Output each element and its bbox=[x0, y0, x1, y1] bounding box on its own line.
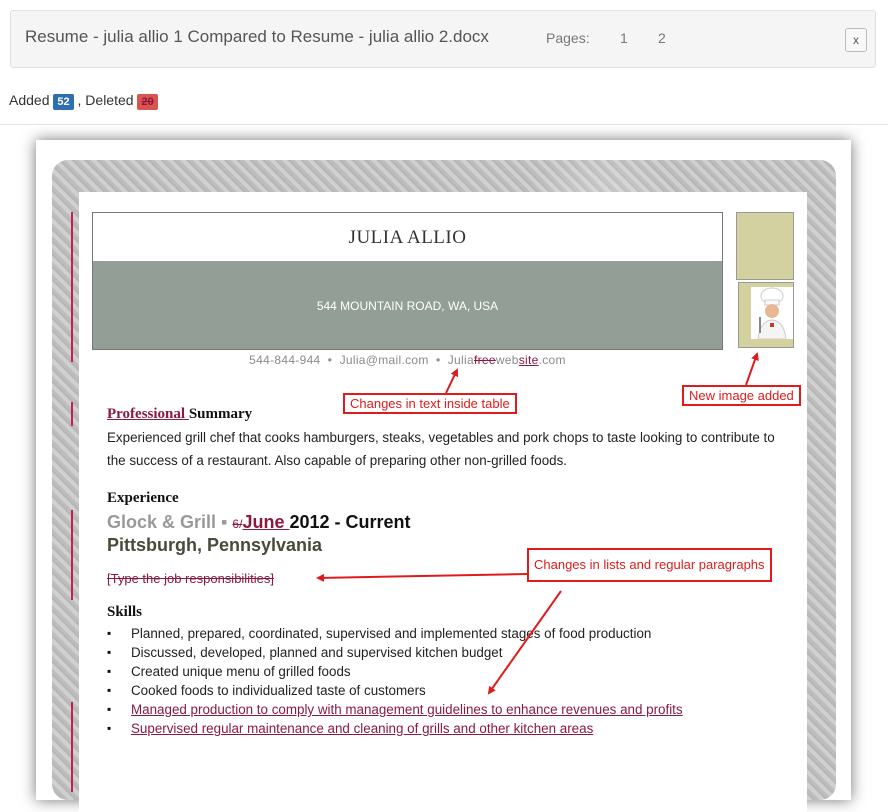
new-image-box bbox=[738, 282, 794, 348]
compare-header: Resume - julia allio 1 Compared to Resum… bbox=[10, 10, 876, 68]
resume-name: JULIA ALLIO bbox=[348, 227, 467, 248]
inserted-text: June bbox=[242, 512, 290, 532]
skills-heading: Skills bbox=[107, 604, 143, 620]
callout-lists-paragraphs: Changes in lists and regular paragraphs bbox=[527, 548, 772, 582]
page-link-1[interactable]: 1 bbox=[620, 30, 628, 46]
inserted-text: Professional bbox=[107, 406, 189, 422]
list-item-inserted: Managed production to comply with manage… bbox=[107, 700, 747, 719]
summary-heading: Professional Summary bbox=[107, 406, 252, 423]
name-table: JULIA ALLIO 544 MOUNTAIN ROAD, WA, USA bbox=[92, 212, 723, 350]
website-prefix: Julia bbox=[447, 353, 474, 367]
deleted-text: 6/ bbox=[232, 517, 243, 531]
change-stats: Added 52 , Deleted 20 bbox=[9, 92, 158, 110]
change-bar bbox=[71, 510, 73, 600]
list-item: Created unique menu of grilled foods bbox=[107, 662, 747, 681]
pages-label: Pages: bbox=[546, 30, 590, 46]
contact-bullet: • bbox=[327, 353, 333, 367]
callout-table-changes: Changes in text inside table bbox=[343, 393, 517, 414]
contact-line: 544-844-944 • Julia@mail.com • Juliafree… bbox=[92, 353, 723, 367]
document-page: JULIA ALLIO 544 MOUNTAIN ROAD, WA, USA 5… bbox=[36, 140, 851, 812]
summary-text: Experienced grill chef that cooks hambur… bbox=[107, 430, 775, 468]
side-box bbox=[736, 212, 794, 280]
company-name: Glock & Grill bbox=[107, 512, 217, 532]
list-item-inserted: Supervised regular maintenance and clean… bbox=[107, 719, 747, 738]
deleted-label: , Deleted bbox=[77, 92, 134, 108]
job-line: Glock & Grill ▪ 6/June 2012 - Current bbox=[107, 512, 411, 533]
list-item: Planned, prepared, coordinated, supervis… bbox=[107, 624, 747, 643]
inserted-text: site bbox=[518, 353, 539, 367]
deleted-count-badge: 20 bbox=[137, 94, 158, 110]
callout-new-image: New image added bbox=[682, 385, 801, 406]
company-separator: ▪ bbox=[216, 512, 233, 532]
change-bar bbox=[71, 702, 73, 792]
deleted-text: free bbox=[473, 353, 496, 367]
address-band: 544 MOUNTAIN ROAD, WA, USA bbox=[93, 261, 722, 349]
summary-title: Summary bbox=[188, 406, 253, 422]
change-bar bbox=[71, 402, 73, 426]
contact-bullet: • bbox=[435, 353, 441, 367]
list-item: Discussed, developed, planned and superv… bbox=[107, 643, 747, 662]
close-button[interactable]: x bbox=[845, 28, 867, 52]
deleted-responsibilities: [Type the job responsibilities] bbox=[107, 571, 274, 586]
comparison-title: Resume - julia allio 1 Compared to Resum… bbox=[25, 27, 489, 46]
page-link-2[interactable]: 2 bbox=[658, 30, 666, 46]
list-item: Cooked foods to individualized taste of … bbox=[107, 681, 747, 700]
website-suffix: .com bbox=[538, 353, 566, 367]
contact-email: Julia@mail.com bbox=[339, 353, 429, 367]
job-location: Pittsburgh, Pennsylvania bbox=[107, 535, 323, 555]
skills-list: Planned, prepared, coordinated, supervis… bbox=[107, 624, 747, 738]
change-bar bbox=[71, 212, 73, 362]
resume-address: 544 MOUNTAIN ROAD, WA, USA bbox=[316, 299, 499, 313]
added-label: Added bbox=[9, 92, 50, 108]
job-dates: 2012 - Current bbox=[289, 512, 411, 532]
website-middle: web bbox=[495, 353, 519, 367]
added-count-badge: 52 bbox=[53, 94, 74, 110]
contact-phone: 544-844-944 bbox=[249, 353, 321, 367]
experience-heading: Experience bbox=[107, 490, 179, 506]
chef-image bbox=[751, 287, 793, 340]
divider bbox=[0, 124, 888, 125]
